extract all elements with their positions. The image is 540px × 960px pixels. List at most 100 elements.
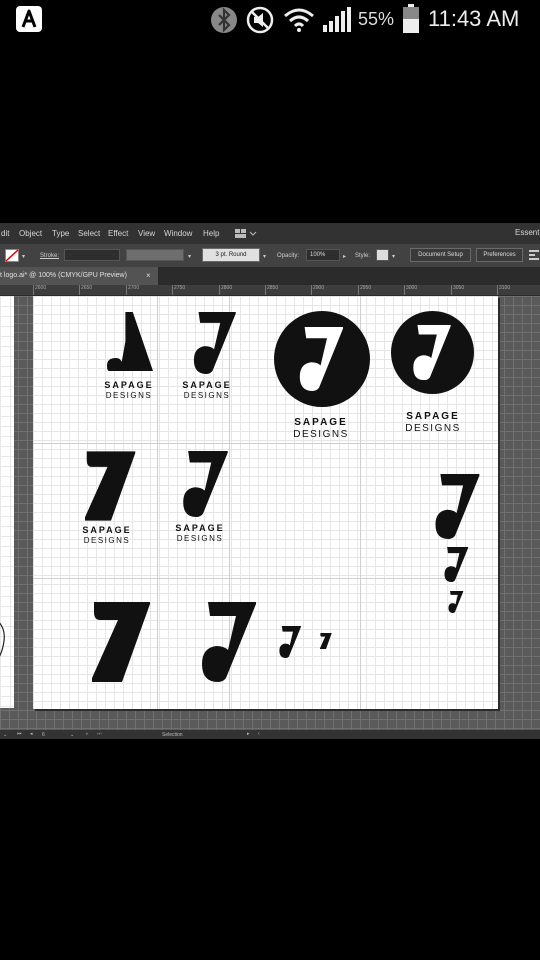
artboard-number-field[interactable]: 6 <box>42 732 45 738</box>
align-icon[interactable] <box>529 250 539 260</box>
battery-percentage: 55% <box>358 9 395 29</box>
previous-artboard-icon[interactable]: ◂ <box>30 731 33 737</box>
logo-s-mark[interactable] <box>427 474 483 539</box>
document-tab-title: t logo.ai* @ 100% (CMYK/GPU Preview) <box>0 272 127 279</box>
app-badge-icon[interactable] <box>16 6 42 32</box>
ruler-tick: 2950 <box>358 285 371 295</box>
scroll-left-icon[interactable]: ‹ <box>258 731 260 737</box>
menu-effect[interactable]: Effect <box>108 229 128 238</box>
mute-icon <box>246 6 274 34</box>
caption-sapage: SAPAGE <box>175 523 225 533</box>
caption-designs: DESIGNS <box>176 534 224 543</box>
ruler-tick: 2650 <box>79 285 92 295</box>
menu-help[interactable]: Help <box>203 229 219 238</box>
ruler-tick: 3000 <box>404 285 417 295</box>
menu-type[interactable]: Type <box>52 229 69 238</box>
menu-view[interactable]: View <box>138 229 155 238</box>
logo-s-mark[interactable] <box>446 591 464 613</box>
next-artboard-icon[interactable]: ▸ <box>86 731 89 737</box>
opacity-label: Opacity: <box>277 253 300 259</box>
caption-designs: DESIGNS <box>405 423 461 434</box>
adjacent-artboard[interactable] <box>0 296 14 708</box>
style-dropdown-icon[interactable]: ▾ <box>392 253 395 260</box>
logo-caption: SAPAGE DESIGNS <box>77 526 137 545</box>
variable-width-dropdown-icon[interactable]: ▾ <box>188 253 191 260</box>
ruler-tick: 2850 <box>265 285 278 295</box>
logo-caption: SAPAGE DESIGNS <box>177 381 237 400</box>
logo-s-mark[interactable] <box>175 451 231 517</box>
partial-circle-outline[interactable] <box>0 616 8 666</box>
horizontal-ruler[interactable]: 2600 2650 2700 2750 2800 2850 2900 2950 … <box>0 285 540 296</box>
pasteboard[interactable]: SAPAGE DESIGNS SAPAGE DESIGNS SAPAGE DES… <box>0 296 540 730</box>
artboard-dropdown-icon[interactable]: ⌄ <box>70 732 74 738</box>
logo-s-mark[interactable] <box>277 626 301 658</box>
logo-circle-mark[interactable] <box>274 311 370 407</box>
caption-designs: DESIGNS <box>293 429 349 440</box>
illustrator-window: dit Object Type Select Effect View Windo… <box>0 223 540 739</box>
caption-designs: DESIGNS <box>105 391 153 400</box>
variable-width-field[interactable] <box>126 249 184 261</box>
brush-dropdown-icon[interactable]: ▾ <box>263 253 266 260</box>
caption-designs: DESIGNS <box>183 391 231 400</box>
document-tab-bar: t logo.ai* @ 100% (CMYK/GPU Preview) × <box>0 267 540 285</box>
logo-z-mark[interactable] <box>85 451 137 521</box>
menu-object[interactable]: Object <box>19 229 42 238</box>
graphic-style-swatch[interactable] <box>376 249 389 261</box>
caption-sapage: SAPAGE <box>182 380 232 390</box>
opacity-field[interactable]: 100% <box>306 249 340 261</box>
workspace-switcher[interactable]: Essent <box>515 228 539 237</box>
ruler-tick: 2800 <box>219 285 232 295</box>
brush-definition-field[interactable]: 3 pt. Round <box>202 248 260 262</box>
logo-caption: SAPAGE DESIGNS <box>99 381 159 400</box>
document-setup-button[interactable]: Document Setup <box>410 248 471 262</box>
row-guide <box>33 578 498 579</box>
logo-s-mark[interactable] <box>441 547 469 582</box>
caption-designs: DESIGNS <box>83 536 131 545</box>
caption-sapage: SAPAGE <box>294 417 348 428</box>
ruler-tick: 2900 <box>311 285 324 295</box>
document-tab[interactable]: t logo.ai* @ 100% (CMYK/GPU Preview) × <box>0 267 158 285</box>
logo-caption: SAPAGE DESIGNS <box>397 412 469 434</box>
preferences-button[interactable]: Preferences <box>476 248 523 262</box>
menu-bar: dit Object Type Select Effect View Windo… <box>0 223 540 244</box>
artboard[interactable]: SAPAGE DESIGNS SAPAGE DESIGNS SAPAGE DES… <box>33 296 498 709</box>
menu-window[interactable]: Window <box>164 229 192 238</box>
first-artboard-icon[interactable]: ⏮ <box>17 731 22 737</box>
row-guide <box>33 443 498 444</box>
ruler-tick: 3050 <box>451 285 464 295</box>
zoom-dropdown-icon[interactable]: ⌄ <box>3 732 7 738</box>
logo-caption: SAPAGE DESIGNS <box>285 418 357 440</box>
arrange-documents-icon[interactable] <box>235 229 257 238</box>
fill-none-swatch-icon[interactable] <box>5 249 19 262</box>
menu-select[interactable]: Select <box>78 229 100 238</box>
clock: 11:43 AM <box>428 6 520 31</box>
opacity-arrow-icon[interactable]: ▸ <box>343 253 346 260</box>
status-bar: 55% 11:43 AM <box>0 0 540 40</box>
ruler-tick: 2700 <box>126 285 139 295</box>
logo-z-mark[interactable] <box>92 600 152 684</box>
logo-circle-mark[interactable] <box>391 311 474 394</box>
ruler-tick: 2600 <box>33 285 46 295</box>
stroke-label[interactable]: Stroke: <box>40 253 59 259</box>
logo-caption: SAPAGE DESIGNS <box>169 524 231 543</box>
signal-icon <box>323 7 351 32</box>
caption-sapage: SAPAGE <box>82 525 132 535</box>
last-artboard-icon[interactable]: ⏭ <box>97 731 102 737</box>
column-guide <box>157 296 158 709</box>
menu-edit[interactable]: dit <box>1 229 9 238</box>
caption-sapage: SAPAGE <box>406 411 460 422</box>
battery-icon <box>403 4 419 33</box>
status-strip: ⌄ ⏮ ◂ 6 ⌄ ▸ ⏭ Selection ▸ ‹ <box>0 730 540 739</box>
logo-a-mark[interactable] <box>107 312 153 371</box>
wifi-icon <box>284 8 314 32</box>
logo-z-mark[interactable] <box>320 633 332 649</box>
fill-dropdown-icon[interactable]: ▾ <box>22 253 25 260</box>
bluetooth-icon <box>211 7 237 33</box>
current-tool-readout: Selection <box>162 732 183 738</box>
close-icon[interactable]: × <box>146 271 151 280</box>
style-label: Style: <box>355 253 371 259</box>
logo-s-mark[interactable] <box>196 600 256 684</box>
stroke-weight-field[interactable] <box>64 249 120 261</box>
logo-s-mark[interactable] <box>184 312 241 374</box>
status-menu-icon[interactable]: ▸ <box>247 731 250 737</box>
